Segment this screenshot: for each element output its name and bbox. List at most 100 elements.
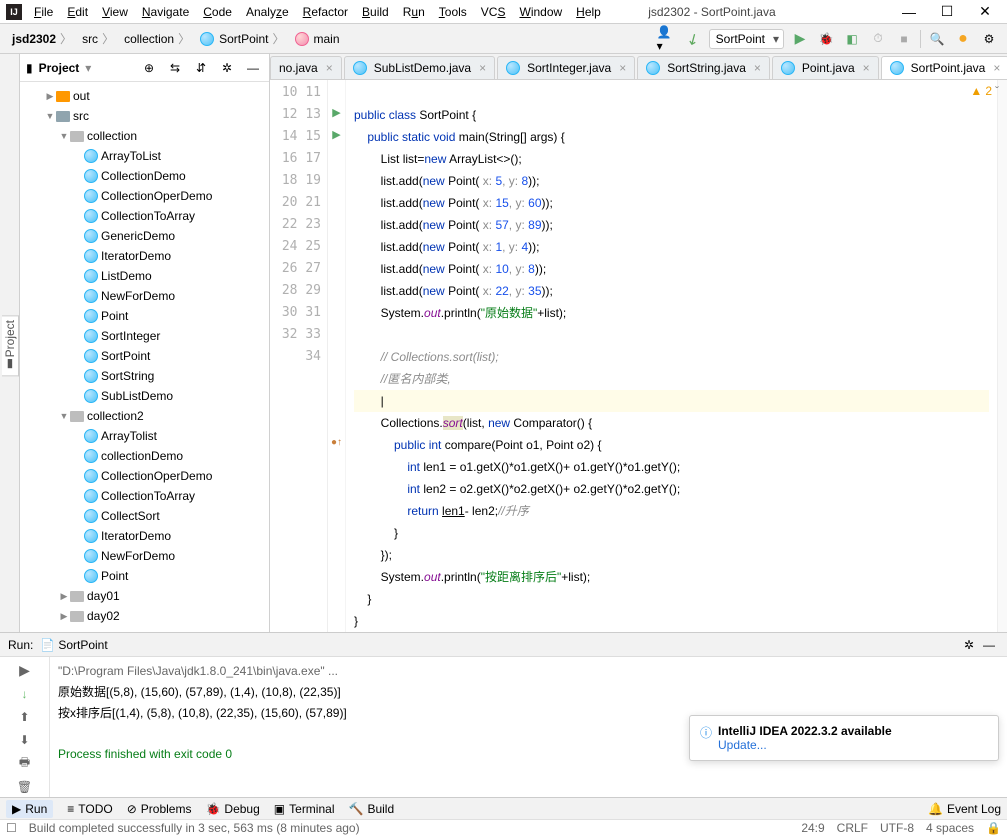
- code-editor[interactable]: ▲2ˇ 10 11 12 13 14 15 16 17 18 19 20 21 …: [270, 80, 1007, 632]
- tree-file[interactable]: collectionDemo: [20, 446, 269, 466]
- stop-button[interactable]: ■: [894, 29, 914, 49]
- menu-refactor[interactable]: Refactor: [297, 3, 354, 21]
- tree-file[interactable]: CollectSort: [20, 506, 269, 526]
- menu-analyze[interactable]: Analyze: [240, 3, 295, 21]
- breadcrumb-root[interactable]: jsd2302〉: [8, 28, 78, 49]
- bottom-run-tab[interactable]: ▶ Run: [6, 800, 53, 818]
- bottom-terminal-tab[interactable]: ▣ Terminal: [274, 802, 335, 816]
- tab-close-icon[interactable]: ×: [863, 61, 870, 75]
- menu-run[interactable]: Run: [397, 3, 431, 21]
- tab-close-icon[interactable]: ×: [326, 61, 333, 75]
- update-project-button[interactable]: ↙: [679, 25, 706, 52]
- close-button[interactable]: ✕: [973, 3, 997, 21]
- tree-file[interactable]: Point: [20, 566, 269, 586]
- bottom-debug-tab[interactable]: 🐞 Debug: [205, 802, 259, 816]
- tree-file[interactable]: CollectionOperDemo: [20, 186, 269, 206]
- tree-file[interactable]: SubListDemo: [20, 386, 269, 406]
- tree-file[interactable]: ArrayTolist: [20, 426, 269, 446]
- bottom-problems-tab[interactable]: ⊘ Problems: [127, 802, 192, 816]
- settings-gear-icon[interactable]: ⚙: [979, 29, 999, 49]
- maximize-button[interactable]: ☐: [935, 3, 959, 21]
- rail-project-tab[interactable]: ▮ Project: [2, 315, 19, 376]
- editor-tab[interactable]: SortString.java×: [637, 56, 770, 79]
- tree-file[interactable]: CollectionToArray: [20, 206, 269, 226]
- search-button[interactable]: 🔍: [927, 29, 947, 49]
- tree-file[interactable]: CollectionToArray: [20, 486, 269, 506]
- tree-node-day02[interactable]: ▶day02: [20, 606, 269, 626]
- menu-code[interactable]: Code: [197, 3, 238, 21]
- tree-file[interactable]: NewForDemo: [20, 546, 269, 566]
- caret-position[interactable]: 24:9: [801, 821, 824, 835]
- tree-file[interactable]: ListDemo: [20, 266, 269, 286]
- print-button[interactable]: 🖶: [15, 754, 35, 774]
- encoding[interactable]: UTF-8: [880, 821, 914, 835]
- line-separator[interactable]: CRLF: [837, 821, 868, 835]
- menu-window[interactable]: Window: [513, 3, 568, 21]
- tree-file[interactable]: CollectionDemo: [20, 166, 269, 186]
- update-notification[interactable]: ⓘ IntelliJ IDEA 2022.3.2 available Updat…: [689, 715, 999, 761]
- up-stack-button[interactable]: ⬆: [15, 707, 35, 726]
- update-link[interactable]: Update...: [718, 738, 767, 752]
- tree-node-collection[interactable]: ▼collection: [20, 126, 269, 146]
- menu-help[interactable]: Help: [570, 3, 607, 21]
- rerun-button[interactable]: ▶: [15, 661, 35, 680]
- editor-tab-active[interactable]: SortPoint.java×: [881, 56, 1007, 79]
- tree-file[interactable]: SortString: [20, 366, 269, 386]
- debug-button[interactable]: 🐞: [816, 29, 836, 49]
- breadcrumb-class[interactable]: SortPoint〉: [196, 28, 290, 49]
- menu-navigate[interactable]: Navigate: [136, 3, 195, 21]
- profile-button[interactable]: ⏱: [868, 29, 888, 49]
- tree-file[interactable]: SortInteger: [20, 326, 269, 346]
- tree-node-day01[interactable]: ▶day01: [20, 586, 269, 606]
- tab-close-icon[interactable]: ×: [993, 61, 1000, 75]
- menu-edit[interactable]: Edit: [61, 3, 94, 21]
- ide-update-icon[interactable]: ●: [953, 29, 973, 49]
- tree-file[interactable]: IteratorDemo: [20, 246, 269, 266]
- editor-tab[interactable]: SortInteger.java×: [497, 56, 635, 79]
- tree-file[interactable]: CollectionOperDemo: [20, 466, 269, 486]
- expand-all-icon[interactable]: ⇆: [165, 58, 185, 78]
- menu-vcs[interactable]: VCS: [475, 3, 512, 21]
- bottom-eventlog-tab[interactable]: 🔔 Event Log: [928, 802, 1001, 816]
- breadcrumb-method[interactable]: main: [291, 30, 344, 48]
- run-settings-icon[interactable]: ✲: [959, 635, 979, 655]
- indent-info[interactable]: 4 spaces: [926, 821, 974, 835]
- settings-icon[interactable]: ✲: [217, 58, 237, 78]
- run-config-select[interactable]: SortPoint: [709, 29, 784, 49]
- minimize-button[interactable]: —: [897, 3, 921, 21]
- tab-close-icon[interactable]: ×: [479, 61, 486, 75]
- inspection-indicator[interactable]: ▲2ˇ: [970, 84, 999, 98]
- menu-build[interactable]: Build: [356, 3, 395, 21]
- down-stack-button[interactable]: ⬇: [15, 731, 35, 750]
- tab-close-icon[interactable]: ×: [754, 61, 761, 75]
- hide-icon[interactable]: —: [243, 58, 263, 78]
- user-icon[interactable]: 👤▾: [657, 29, 677, 49]
- hide-run-panel-icon[interactable]: —: [979, 635, 999, 655]
- tree-node-src[interactable]: ▼src: [20, 106, 269, 126]
- trash-button[interactable]: 🗑: [15, 778, 35, 797]
- run-button[interactable]: ▶: [790, 29, 810, 49]
- editor-tab[interactable]: Point.java×: [772, 56, 879, 79]
- tree-node-out[interactable]: ▶out: [20, 86, 269, 106]
- tree-node-collection2[interactable]: ▼collection2: [20, 406, 269, 426]
- lock-icon[interactable]: 🔒: [986, 821, 1001, 835]
- bottom-todo-tab[interactable]: ≡ TODO: [67, 802, 112, 816]
- editor-tab[interactable]: SubListDemo.java×: [344, 56, 495, 79]
- coverage-button[interactable]: ◧: [842, 29, 862, 49]
- tab-close-icon[interactable]: ×: [619, 61, 626, 75]
- tree-file[interactable]: ArrayToList: [20, 146, 269, 166]
- menu-tools[interactable]: Tools: [433, 3, 473, 21]
- breadcrumb-src[interactable]: src〉: [78, 28, 120, 49]
- project-tree[interactable]: ▶out ▼src ▼collection ArrayToList Collec…: [20, 82, 269, 632]
- tree-file[interactable]: GenericDemo: [20, 226, 269, 246]
- tree-file[interactable]: IteratorDemo: [20, 526, 269, 546]
- stop-run-button[interactable]: ↓: [15, 684, 35, 703]
- tree-file[interactable]: SortPoint: [20, 346, 269, 366]
- menu-view[interactable]: View: [96, 3, 134, 21]
- bottom-build-tab[interactable]: 🔨 Build: [349, 802, 395, 816]
- menu-file[interactable]: File: [28, 3, 59, 21]
- select-opened-file-icon[interactable]: ⊕: [139, 58, 159, 78]
- tree-file[interactable]: NewForDemo: [20, 286, 269, 306]
- editor-tab[interactable]: no.java×: [270, 56, 342, 79]
- breadcrumb-collection[interactable]: collection〉: [120, 28, 196, 49]
